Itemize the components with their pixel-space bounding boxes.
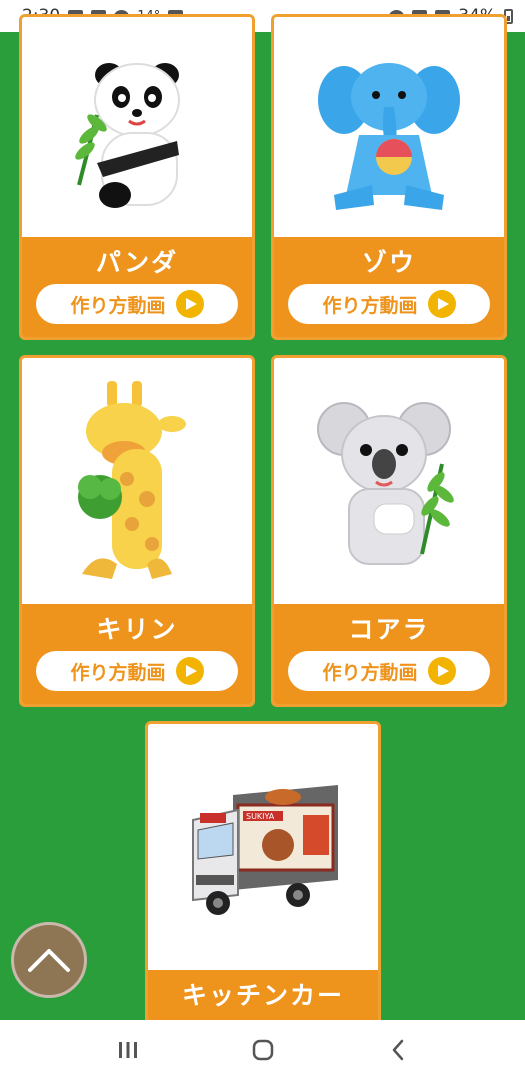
panda-image bbox=[22, 17, 252, 243]
card-title: ゾウ bbox=[361, 248, 416, 277]
play-icon bbox=[427, 290, 456, 318]
koala-toy bbox=[317, 402, 454, 565]
card-footer: パンダ 作り方動画 bbox=[22, 237, 252, 337]
video-button-label: 作り方動画 bbox=[322, 661, 418, 684]
chevron-up-icon bbox=[28, 949, 70, 972]
navigation-bar bbox=[0, 1020, 525, 1080]
back-to-top-button[interactable] bbox=[11, 922, 87, 998]
card-giraffe[interactable]: キリン 作り方動画 bbox=[19, 355, 255, 707]
card-panda[interactable]: パンダ 作り方動画 bbox=[19, 14, 255, 340]
kitchen-car-toy: SUKIYA bbox=[192, 785, 338, 915]
card-footer: コアラ 作り方動画 bbox=[274, 604, 504, 704]
how-to-video-button[interactable]: 作り方動画 bbox=[288, 651, 490, 691]
giraffe-image bbox=[22, 358, 252, 610]
kitchen-car-image: SUKIYA bbox=[148, 724, 378, 976]
video-button-label: 作り方動画 bbox=[322, 294, 418, 317]
card-kitchen-car[interactable]: SUKIYA キッチンカー bbox=[145, 721, 381, 1041]
card-koala[interactable]: コアラ 作り方動画 bbox=[271, 355, 507, 707]
play-icon bbox=[175, 290, 204, 318]
play-icon bbox=[427, 657, 456, 685]
video-button-label: 作り方動画 bbox=[70, 294, 166, 317]
back-button[interactable] bbox=[378, 1030, 418, 1070]
card-footer: キリン 作り方動画 bbox=[22, 604, 252, 704]
card-footer: ゾウ 作り方動画 bbox=[274, 237, 504, 337]
how-to-video-button[interactable]: 作り方動画 bbox=[288, 284, 490, 324]
elephant-image bbox=[274, 17, 504, 243]
back-icon bbox=[392, 1039, 403, 1061]
card-title: キリン bbox=[96, 615, 178, 644]
video-button-label: 作り方動画 bbox=[70, 661, 166, 684]
truck-sign: SUKIYA bbox=[246, 812, 275, 821]
card-title: キッチンカー bbox=[181, 981, 344, 1010]
home-icon bbox=[252, 1039, 273, 1061]
card-elephant[interactable]: ゾウ 作り方動画 bbox=[271, 14, 507, 340]
home-button[interactable] bbox=[243, 1030, 283, 1070]
recent-apps-icon bbox=[118, 1042, 137, 1058]
panda-toy bbox=[75, 63, 180, 208]
koala-image bbox=[274, 358, 504, 610]
elephant-toy bbox=[318, 63, 460, 210]
giraffe-toy bbox=[78, 381, 186, 579]
recent-apps-button[interactable] bbox=[108, 1030, 148, 1070]
how-to-video-button[interactable]: 作り方動画 bbox=[36, 651, 238, 691]
how-to-video-button[interactable]: 作り方動画 bbox=[36, 284, 238, 324]
play-icon bbox=[175, 657, 204, 685]
card-title: パンダ bbox=[95, 248, 179, 277]
card-title: コアラ bbox=[348, 615, 430, 644]
